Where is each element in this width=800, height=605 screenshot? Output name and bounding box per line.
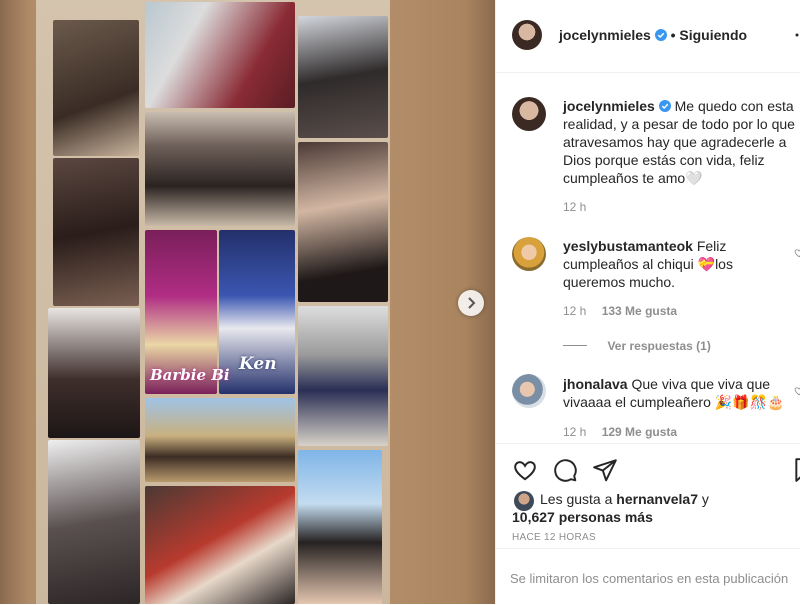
- liker-username[interactable]: hernanvela7: [616, 491, 698, 507]
- caption-avatar[interactable]: [512, 97, 546, 131]
- comment-time[interactable]: 12 h: [563, 425, 586, 439]
- ken-label: Ken: [239, 354, 277, 374]
- post-side-panel: jocelynmieles • Siguiendo jocelynmieles …: [495, 0, 800, 604]
- collage-photo: [53, 158, 139, 306]
- comments-limited-notice: Se limitaron los comentarios en esta pub…: [510, 571, 789, 586]
- comment-avatar[interactable]: [512, 374, 546, 408]
- likes-summary: Les gusta a hernanvela7 y: [540, 490, 790, 508]
- header-username[interactable]: jocelynmieles: [559, 27, 651, 43]
- likes-prefix: Les gusta a: [540, 491, 613, 507]
- more-options-icon[interactable]: [793, 31, 800, 39]
- replies-line: [563, 345, 587, 347]
- post-header: jocelynmieles • Siguiendo: [496, 0, 800, 73]
- next-media-button[interactable]: [458, 290, 484, 316]
- caption-time[interactable]: 12 h: [563, 200, 586, 214]
- collage-photo: [48, 308, 140, 438]
- comment-time[interactable]: 12 h: [563, 304, 586, 318]
- chevron-right-icon: [468, 297, 476, 309]
- caption-username[interactable]: jocelynmieles: [563, 98, 655, 114]
- verified-icon: [654, 29, 667, 41]
- follow-status-button[interactable]: Siguiendo: [679, 27, 747, 43]
- verified-icon: [658, 100, 671, 112]
- comment-meta: 12 h 129 Me gusta: [563, 425, 677, 439]
- post-media[interactable]: Barbie Bi Ken: [0, 0, 495, 604]
- likes-count[interactable]: 10,627 personas más: [512, 508, 653, 526]
- collage-photo: [298, 16, 388, 138]
- share-icon[interactable]: [592, 457, 618, 483]
- comment-meta: 12 h 133 Me gusta: [563, 304, 677, 318]
- comments-limited-area: Se limitaron los comentarios en esta pub…: [496, 548, 800, 605]
- collage-photo: [145, 112, 295, 226]
- comment-likes[interactable]: 133 Me gusta: [602, 304, 677, 318]
- view-replies-label: Ver respuestas (1): [607, 339, 711, 353]
- barbie-label: Barbie Bi: [150, 366, 230, 384]
- comment: yeslybustamanteok Feliz cumpleaños al ch…: [563, 237, 789, 291]
- collage-photo: [145, 486, 295, 604]
- like-comment-icon[interactable]: [794, 248, 800, 258]
- collage-board: Barbie Bi Ken: [36, 0, 390, 604]
- collage-photo: [298, 306, 388, 446]
- comment: jhonalava Que viva que viva que vivaaaa …: [563, 375, 789, 411]
- post-actions-section: Les gusta a hernanvela7 y 10,627 persona…: [496, 443, 800, 549]
- header-user-line: jocelynmieles • Siguiendo: [559, 27, 747, 43]
- collage-photo: [298, 450, 382, 604]
- caption: jocelynmieles Me quedo con esta realidad…: [563, 97, 799, 187]
- collage-photo: [145, 398, 295, 482]
- avatar[interactable]: [512, 20, 542, 50]
- comment-username[interactable]: yeslybustamanteok: [563, 238, 693, 254]
- collage-photo: [48, 440, 140, 604]
- comment-icon[interactable]: [552, 457, 578, 483]
- collage-photo: [298, 142, 388, 302]
- comment-avatar[interactable]: [512, 237, 546, 271]
- likes-conj: y: [701, 491, 709, 507]
- heart-icon[interactable]: [512, 457, 538, 483]
- bookmark-icon[interactable]: [792, 457, 800, 483]
- comment-username[interactable]: jhonalava: [563, 376, 628, 392]
- comment-likes[interactable]: 129 Me gusta: [602, 425, 677, 439]
- like-comment-icon[interactable]: [794, 386, 800, 396]
- collage-photo: [53, 20, 139, 156]
- collage-photo: [145, 2, 295, 108]
- separator-dot: •: [670, 27, 676, 43]
- post-timestamp[interactable]: HACE 12 HORAS: [512, 532, 596, 543]
- view-replies-button[interactable]: Ver respuestas (1): [563, 337, 711, 353]
